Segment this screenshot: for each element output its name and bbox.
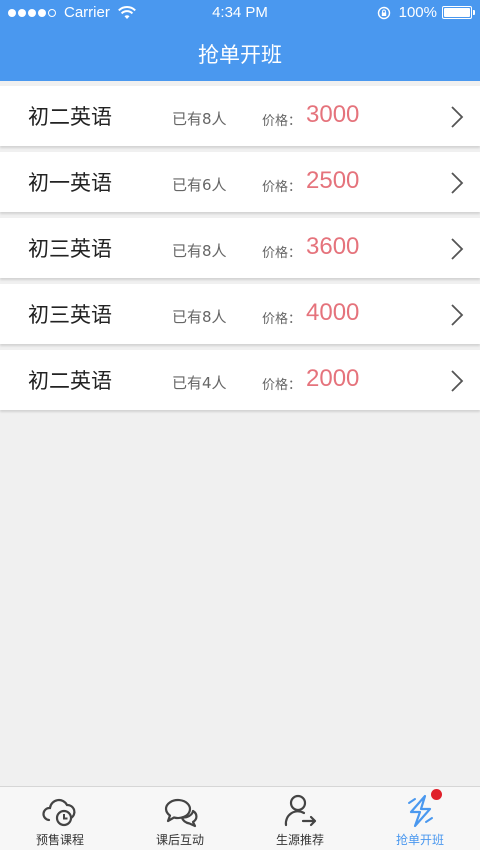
course-list: 初二英语 已有8人 价格： 3000 初一英语 已有6人 价格： 2500 初三… (0, 86, 480, 416)
battery-icon (442, 6, 475, 19)
tab-grab-order[interactable]: 抢单开班 (360, 787, 480, 850)
user-arrow-icon (284, 794, 317, 827)
chat-bubbles-icon (164, 798, 198, 828)
tab-label: 预售课程 (35, 833, 84, 847)
course-name: 初二英语 (28, 369, 112, 393)
price-label: 价格： (262, 246, 302, 261)
cloud-clock-icon (42, 798, 76, 827)
price-label: 价格： (262, 114, 302, 129)
tab-bar: 预售课程 课后互动 生源推荐 抢单开班 (0, 786, 480, 850)
course-row[interactable]: 初二英语 已有4人 价格： 2000 (0, 350, 480, 410)
course-name: 初二英语 (28, 105, 112, 129)
course-name: 初三英语 (28, 237, 112, 261)
tab-label: 抢单开班 (395, 833, 444, 847)
course-name: 初一英语 (28, 171, 112, 195)
enrolled-count: 已有8人 (172, 110, 227, 128)
tab-after-class-interaction[interactable]: 课后互动 (120, 787, 240, 850)
enrolled-count: 已有6人 (172, 176, 227, 194)
tab-label: 生源推荐 (275, 833, 324, 847)
chevron-right-icon (451, 106, 464, 128)
tab-student-recommendation[interactable]: 生源推荐 (240, 787, 360, 850)
enrolled-count: 已有8人 (172, 308, 227, 326)
course-row[interactable]: 初三英语 已有8人 价格： 3600 (0, 218, 480, 278)
course-row[interactable]: 初二英语 已有8人 价格： 3000 (0, 86, 480, 146)
chevron-right-icon (451, 304, 464, 326)
course-price: 3000 (306, 101, 360, 128)
tab-presale-courses[interactable]: 预售课程 (0, 787, 120, 850)
chevron-right-icon (451, 370, 464, 392)
price-label: 价格： (262, 312, 302, 327)
notification-badge (431, 789, 442, 800)
course-row[interactable]: 初一英语 已有6人 价格： 2500 (0, 152, 480, 212)
chevron-right-icon (451, 238, 464, 260)
enrolled-count: 已有4人 (172, 374, 227, 392)
course-price: 3600 (306, 233, 360, 260)
price-label: 价格： (262, 378, 302, 393)
enrolled-count: 已有8人 (172, 242, 227, 260)
course-price: 2500 (306, 167, 360, 194)
course-price: 2000 (306, 365, 360, 392)
status-bar: Carrier 4:34 PM 100% (0, 0, 480, 26)
tab-label: 课后互动 (155, 833, 204, 847)
chevron-right-icon (451, 172, 464, 194)
page-title: 抢单开班 (198, 42, 282, 67)
course-name: 初三英语 (28, 303, 112, 327)
course-price: 4000 (306, 299, 360, 326)
nav-bar: 抢单开班 (0, 26, 480, 81)
battery-percent: 100% (398, 4, 437, 21)
price-label: 价格： (262, 180, 302, 195)
rotation-lock-icon (377, 6, 390, 19)
course-row[interactable]: 初三英语 已有8人 价格： 4000 (0, 284, 480, 344)
status-right: 100% (377, 4, 475, 21)
